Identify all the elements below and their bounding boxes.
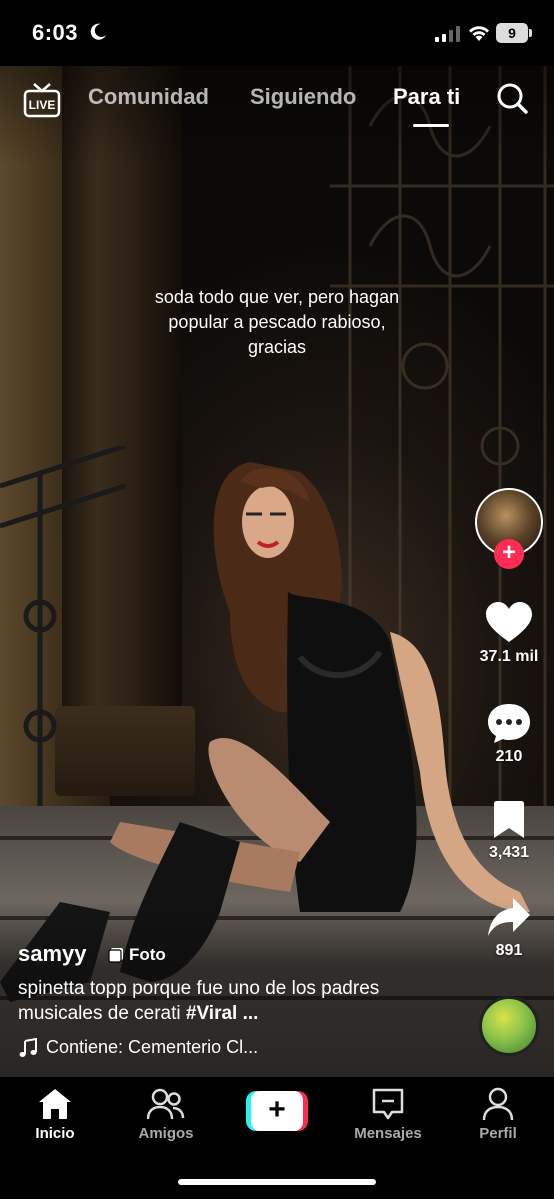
comment-icon (488, 704, 530, 743)
share-count: 891 (495, 942, 523, 959)
like-button[interactable]: 37.1 mil (474, 602, 544, 666)
save-button[interactable]: 3,431 (474, 800, 544, 862)
share-icon (488, 898, 530, 936)
sound-label: Contiene: Cementerio Cl... (46, 1037, 259, 1057)
active-tab-indicator (413, 124, 449, 127)
battery-level: 9 (496, 23, 528, 43)
wifi-icon (469, 26, 489, 41)
live-label: LIVE (29, 98, 56, 112)
follow-button[interactable]: + (494, 539, 524, 569)
nav-amigos[interactable]: Amigos (121, 1087, 211, 1142)
nav-perfil[interactable]: Perfil (453, 1087, 543, 1142)
create-button[interactable]: + (246, 1091, 308, 1131)
nav-amigos-label: Amigos (138, 1125, 194, 1142)
sound-disc[interactable] (479, 996, 539, 1056)
photo-icon (108, 948, 123, 963)
sound-link[interactable]: Contiene: Cementerio Cl... (18, 1037, 258, 1058)
bookmark-icon (494, 801, 524, 838)
hashtag-link[interactable]: #Viral ... (186, 1003, 259, 1024)
save-count: 3,431 (488, 844, 530, 861)
tab-comunidad[interactable]: Comunidad (88, 84, 209, 110)
top-navigation: LIVE Comunidad Siguiendo Para ti (0, 78, 554, 128)
overlay-caption: soda todo que ver, pero hagan popular a … (154, 287, 400, 357)
status-time: 6:03 (32, 20, 79, 45)
post-description[interactable]: spinetta topp porque fue uno de los padr… (18, 976, 458, 1026)
comment-button[interactable]: 210 (474, 702, 544, 766)
nav-mensajes-label: Mensajes (354, 1125, 422, 1142)
like-count: 37.1 mil (479, 648, 539, 665)
music-note-icon (19, 1037, 37, 1057)
tab-para-ti[interactable]: Para ti (393, 84, 460, 110)
share-button[interactable]: 891 (474, 896, 544, 960)
nav-inicio-label: Inicio (35, 1125, 75, 1142)
status-bar: 6:03 9 (0, 0, 554, 66)
friends-icon (147, 1088, 185, 1120)
bottom-navigation: Inicio Amigos + Mensajes Perfil (0, 1077, 554, 1199)
photo-badge-label: Foto (129, 945, 166, 964)
comment-count: 210 (495, 748, 523, 765)
profile-icon (482, 1087, 514, 1121)
nav-perfil-label: Perfil (479, 1125, 517, 1142)
battery-icon: 9 (496, 23, 532, 43)
signal-icon (435, 26, 460, 42)
search-icon[interactable] (495, 81, 529, 115)
inbox-icon (372, 1088, 404, 1120)
creator-username[interactable]: samyy (18, 941, 87, 967)
photo-badge: Foto (108, 945, 166, 965)
tab-siguiendo[interactable]: Siguiendo (250, 84, 356, 110)
heart-icon (486, 602, 532, 642)
nav-inicio[interactable]: Inicio (10, 1087, 100, 1142)
plus-icon: + (251, 1091, 303, 1131)
home-icon (39, 1089, 71, 1119)
home-indicator (178, 1179, 376, 1185)
live-icon[interactable]: LIVE (23, 82, 61, 118)
nav-mensajes[interactable]: Mensajes (343, 1087, 433, 1142)
moon-icon (90, 23, 106, 40)
